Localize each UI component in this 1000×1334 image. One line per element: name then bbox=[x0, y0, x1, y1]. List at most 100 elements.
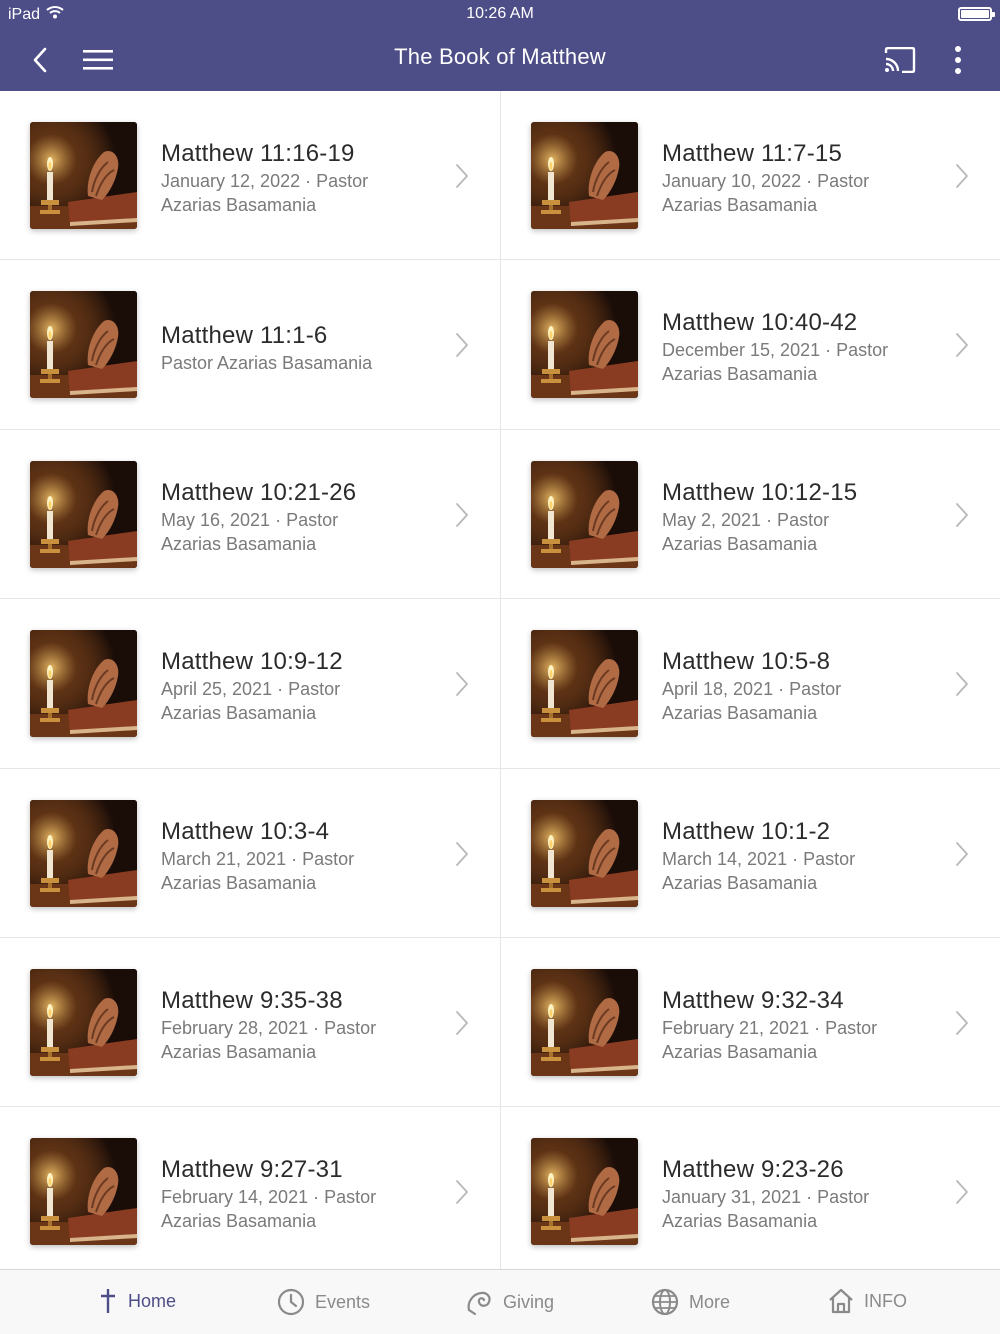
candle-prayer-thumbnail bbox=[30, 799, 137, 907]
candle-prayer-thumbnail bbox=[30, 1138, 137, 1246]
sermon-title: Matthew 11:7-15 bbox=[662, 140, 842, 167]
chevron-right-icon bbox=[456, 502, 468, 527]
sermon-card[interactable]: Matthew 9:35-38 February 28, 2021 · Pasto… bbox=[0, 938, 500, 1108]
chevron-right-icon bbox=[456, 1011, 468, 1035]
sermon-meta-line2: Azarias Basamania bbox=[161, 1211, 317, 1232]
sermon-card[interactable]: Matthew 11:16-19 January 12, 2022 · Pasto… bbox=[0, 91, 500, 261]
more-vertical-icon bbox=[955, 46, 961, 74]
sermon-card[interactable]: Matthew 10:12-15 May 2, 2021 · Pastor Azar… bbox=[500, 429, 1000, 600]
sermon-thumbnail bbox=[531, 969, 638, 1076]
candle-prayer-thumbnail bbox=[531, 1138, 638, 1246]
candle-prayer-thumbnail bbox=[30, 122, 137, 229]
tab-bar: Home Events Giving More INFO bbox=[0, 1269, 1000, 1334]
sermon-thumbnail bbox=[531, 1138, 638, 1246]
sermon-meta-line1: January 10, 2022 · Pastor bbox=[662, 171, 870, 191]
sermon-card[interactable]: Matthew 10:21-26 May 16, 2021 · Pastor Aza… bbox=[0, 429, 500, 600]
candle-prayer-thumbnail bbox=[30, 460, 137, 568]
chevron-right-icon bbox=[456, 333, 468, 358]
sermon-meta-line2: Azarias Basamania bbox=[662, 1211, 818, 1232]
sermon-card[interactable]: Matthew 10:1-2 March 14, 2021 · Pastor Aza… bbox=[500, 768, 1000, 938]
sermon-meta-line2: Azarias Basamania bbox=[662, 195, 818, 215]
battery-icon bbox=[958, 7, 995, 21]
tab-home[interactable]: Home bbox=[98, 1288, 176, 1314]
candle-prayer-thumbnail bbox=[30, 969, 137, 1076]
chevron-right-icon bbox=[956, 672, 968, 697]
overflow-menu-button[interactable] bbox=[936, 38, 980, 82]
status-time: 10:26 AM bbox=[466, 5, 534, 22]
sermon-title: Matthew 10:40-42 bbox=[662, 309, 858, 337]
sermon-meta-line2: Azarias Basamania bbox=[662, 872, 818, 893]
tab-label-events: Events bbox=[315, 1291, 371, 1312]
sermon-meta-line2: Azarias Basamania bbox=[662, 1042, 818, 1062]
tab-more[interactable]: More bbox=[651, 1288, 730, 1316]
sermon-card[interactable]: Matthew 10:5-8 April 18, 2021 · Pastor Aza… bbox=[500, 599, 1000, 769]
sermon-title: Matthew 10:1-2 bbox=[662, 817, 831, 845]
tab-label-info: INFO bbox=[864, 1290, 907, 1311]
sermon-meta-line1: Pastor Azarias Basamania bbox=[161, 353, 373, 374]
candle-prayer-thumbnail bbox=[531, 969, 638, 1076]
tab-label-giving: Giving bbox=[503, 1291, 555, 1312]
sermon-meta-line2: Azarias Basamania bbox=[662, 364, 818, 385]
sermon-thumbnail bbox=[531, 122, 638, 229]
clock-icon bbox=[277, 1288, 305, 1316]
sermon-meta-line2: Azarias Basamania bbox=[161, 533, 317, 554]
giving-icon bbox=[467, 1291, 491, 1316]
sermon-card[interactable]: Matthew 11:1-6 Pastor Azarias Basamania bbox=[0, 260, 500, 430]
chevron-right-icon bbox=[956, 841, 968, 866]
chevron-right-icon bbox=[956, 502, 968, 527]
sermon-meta-line1: April 25, 2021 · Pastor bbox=[161, 679, 341, 700]
sermon-title: Matthew 10:21-26 bbox=[161, 478, 357, 506]
sermon-title: Matthew 11:1-6 bbox=[161, 322, 328, 350]
chevron-right-icon bbox=[956, 1180, 968, 1205]
candle-prayer-thumbnail bbox=[30, 291, 137, 399]
tab-events[interactable]: Events bbox=[277, 1288, 370, 1316]
sermon-title: Matthew 9:32-34 bbox=[662, 987, 844, 1014]
sermon-card[interactable]: Matthew 10:9-12 April 25, 2021 · Pastor Az… bbox=[0, 599, 500, 769]
sermon-thumbnail bbox=[30, 460, 137, 568]
sermon-meta-line1: May 16, 2021 · Pastor bbox=[161, 509, 339, 530]
sermon-thumbnail bbox=[531, 460, 638, 568]
sermon-meta-line1: February 28, 2021 · Pastor bbox=[161, 1018, 377, 1038]
sermon-card[interactable]: Matthew 10:3-4 March 21, 2021 · Pastor Aza… bbox=[0, 768, 500, 938]
sermon-meta-line1: December 15, 2021 · Pastor bbox=[662, 340, 889, 361]
chevron-right-icon bbox=[456, 672, 468, 697]
sermon-thumbnail bbox=[30, 969, 137, 1076]
cast-icon bbox=[884, 47, 916, 73]
sermon-meta-line1: January 12, 2022 · Pastor bbox=[161, 171, 369, 191]
sermon-card[interactable]: Matthew 10:40-42 December 15, 2021 · Past… bbox=[500, 260, 1000, 430]
sermon-card[interactable]: Matthew 9:27-31 February 14, 2021 · Pasto… bbox=[0, 1107, 500, 1269]
tab-label-home: Home bbox=[128, 1290, 177, 1311]
sermon-title: Matthew 10:3-4 bbox=[161, 817, 330, 845]
candle-prayer-thumbnail bbox=[531, 460, 638, 568]
sermon-card[interactable]: Matthew 9:23-26 January 31, 2021 · Pastor… bbox=[500, 1107, 1000, 1269]
sermon-thumbnail bbox=[30, 291, 137, 399]
sermon-meta-line2: Azarias Basamania bbox=[161, 1042, 317, 1062]
chevron-right-icon bbox=[956, 1011, 968, 1035]
status-bar: iPad 10:26 AM bbox=[0, 0, 1000, 28]
tab-info[interactable]: INFO bbox=[828, 1288, 907, 1314]
sermon-meta-line2: Azarias Basamania bbox=[161, 872, 317, 893]
cast-button[interactable] bbox=[878, 38, 922, 82]
sermon-title: Matthew 10:12-15 bbox=[662, 478, 858, 506]
sermon-thumbnail bbox=[30, 122, 137, 229]
sermon-meta-line2: Azarias Basamania bbox=[662, 533, 818, 554]
sermon-meta-line1: May 2, 2021 · Pastor bbox=[662, 509, 830, 530]
sermon-meta-line1: March 21, 2021 · Pastor bbox=[161, 848, 355, 869]
sermon-title: Matthew 9:23-26 bbox=[662, 1156, 844, 1184]
chevron-right-icon bbox=[956, 164, 968, 188]
sermon-thumbnail bbox=[531, 630, 638, 738]
sermon-card[interactable]: Matthew 9:32-34 February 21, 2021 · Pasto… bbox=[500, 938, 1000, 1108]
chevron-right-icon bbox=[456, 1180, 468, 1205]
sermon-title: Matthew 11:16-19 bbox=[161, 140, 355, 167]
globe-icon bbox=[651, 1288, 679, 1316]
sermon-meta-line2: Azarias Basamania bbox=[662, 703, 818, 724]
sermon-thumbnail bbox=[531, 291, 638, 399]
sermon-card[interactable]: Matthew 11:7-15 January 10, 2022 · Pastor… bbox=[500, 91, 1000, 261]
chevron-right-icon bbox=[956, 333, 968, 358]
sermon-meta-line2: Azarias Basamania bbox=[161, 703, 317, 724]
tab-giving[interactable]: Giving bbox=[465, 1288, 554, 1316]
sermon-grid: Matthew 11:16-19 January 12, 2022 · Pasto… bbox=[0, 91, 1000, 1269]
sermon-meta-line1: February 14, 2021 · Pastor bbox=[161, 1187, 377, 1208]
page-title: The Book of Matthew bbox=[394, 44, 606, 69]
sermon-title: Matthew 10:9-12 bbox=[161, 648, 343, 676]
